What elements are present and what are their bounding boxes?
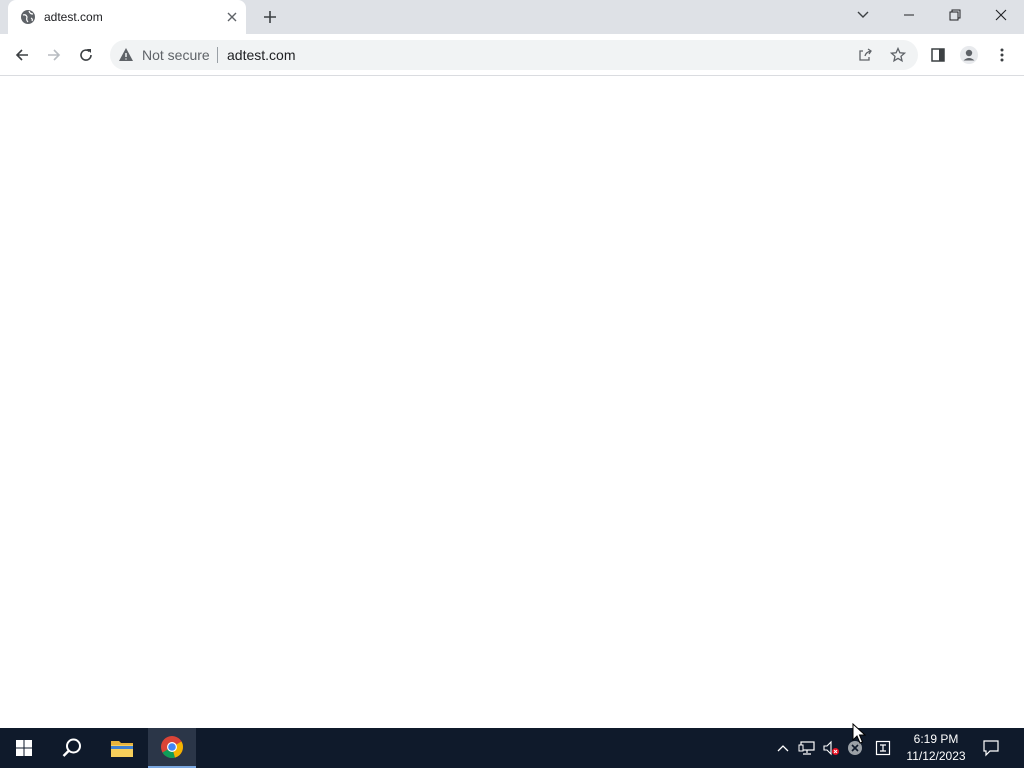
windows-taskbar: 6:19 PM 11/12/2023 — [0, 728, 1024, 768]
url-text[interactable]: adtest.com — [227, 47, 295, 63]
back-button[interactable] — [8, 41, 36, 69]
share-icon[interactable] — [856, 46, 874, 64]
menu-kebab-icon[interactable] — [988, 41, 1016, 69]
page-content — [0, 77, 1024, 728]
search-icon[interactable] — [48, 728, 96, 768]
security-label[interactable]: Not secure — [142, 47, 210, 63]
address-bar[interactable]: Not secure adtest.com — [110, 40, 918, 70]
warning-icon[interactable] — [118, 47, 134, 63]
input-method-icon[interactable] — [873, 738, 893, 758]
chrome-taskbar-icon[interactable] — [148, 728, 196, 768]
minimize-button[interactable] — [886, 0, 932, 30]
restore-button[interactable] — [932, 0, 978, 30]
tab-close-icon[interactable] — [224, 9, 240, 25]
start-button[interactable] — [0, 728, 48, 768]
reload-button[interactable] — [72, 41, 100, 69]
profile-avatar-icon[interactable] — [955, 41, 983, 69]
bookmark-star-icon[interactable] — [889, 46, 907, 64]
file-explorer-icon[interactable] — [98, 728, 146, 768]
mouse-cursor-icon — [852, 722, 867, 745]
side-panel-icon[interactable] — [924, 41, 952, 69]
taskbar-clock[interactable]: 6:19 PM 11/12/2023 — [900, 731, 972, 765]
clock-time: 6:19 PM — [913, 732, 959, 746]
chevron-up-icon[interactable] — [773, 738, 793, 758]
volume-muted-icon[interactable] — [821, 738, 841, 758]
new-tab-button[interactable] — [260, 7, 280, 27]
address-separator — [217, 47, 218, 63]
tab-title: adtest.com — [44, 10, 103, 24]
close-window-button[interactable] — [978, 0, 1024, 30]
tab-strip: adtest.com — [0, 0, 1024, 34]
browser-toolbar: Not secure adtest.com — [0, 34, 1024, 76]
clock-date: 11/12/2023 — [906, 749, 966, 763]
forward-button[interactable] — [40, 41, 68, 69]
tab-adtest[interactable]: adtest.com — [8, 0, 246, 34]
globe-icon — [20, 9, 36, 25]
notification-icon[interactable] — [981, 738, 1001, 758]
tab-search-button[interactable] — [840, 0, 886, 30]
network-icon[interactable] — [797, 738, 817, 758]
